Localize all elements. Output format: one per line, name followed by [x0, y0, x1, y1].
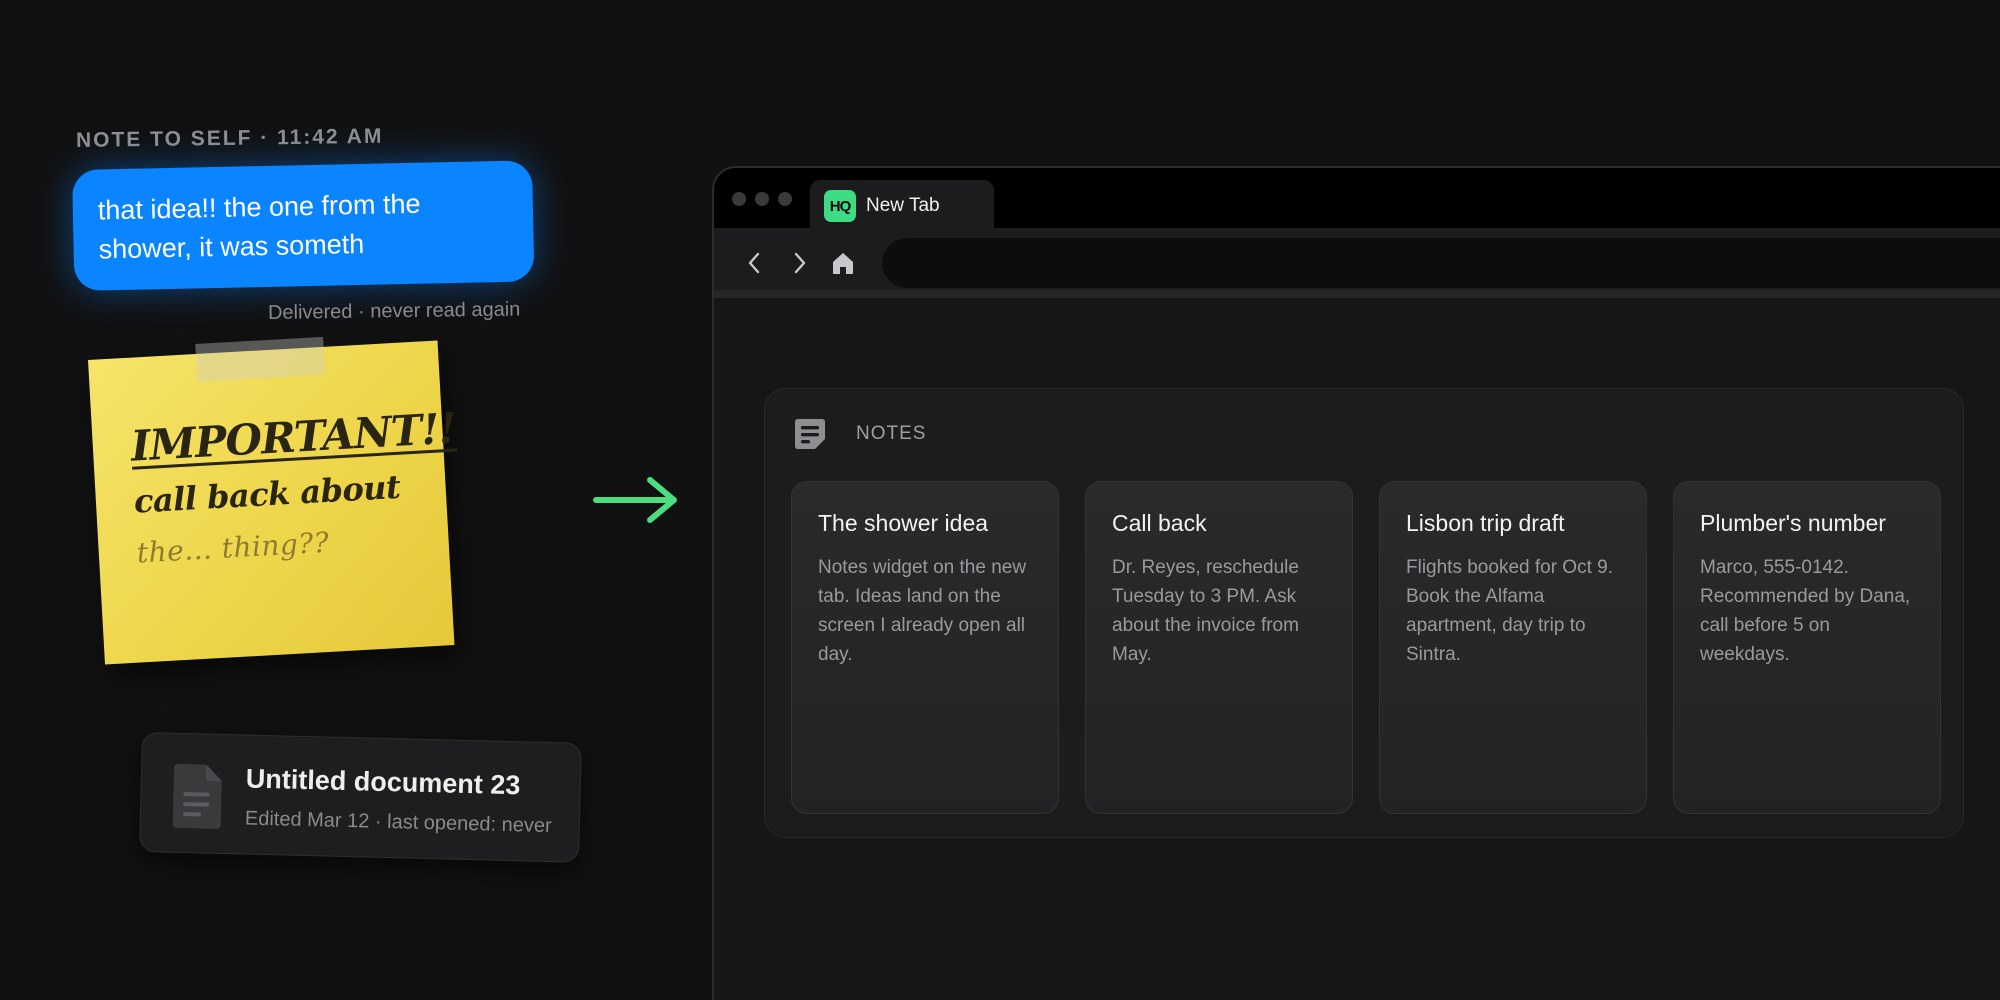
sticky-tape — [195, 336, 326, 382]
document-title: Untitled document 23 — [245, 763, 521, 801]
document-icon — [172, 763, 222, 829]
tab-strip: HQ New Tab — [714, 168, 2000, 228]
home-icon[interactable] — [828, 248, 858, 278]
browser-toolbar — [714, 228, 2000, 298]
tab-title: New Tab — [866, 195, 940, 216]
message-header: NOTE TO SELF · 11:42 AM — [75, 124, 384, 152]
document-subtitle: Edited Mar 12 · last opened: never — [244, 807, 552, 838]
document-card: Untitled document 23 Edited Mar 12 · las… — [139, 732, 582, 863]
tab-new-tab[interactable]: HQ New Tab — [810, 180, 994, 228]
note-card[interactable]: Call back Dr. Reyes, reschedule Tuesday … — [1085, 481, 1353, 814]
message-bubble: that idea!! the one from the shower, it … — [72, 160, 535, 291]
sticky-title: IMPORTANT!! — [129, 403, 458, 471]
notes-widget: NOTES The shower idea Notes widget on th… — [764, 388, 1964, 838]
note-body: Marco, 555-0142. Recommended by Dana, ca… — [1700, 557, 1911, 665]
sticky-line-2: the... thing?? — [135, 525, 331, 570]
chevron-left-icon[interactable] — [740, 248, 770, 278]
browser-window: HQ New Tab NOTES The shower idea Notes w… — [712, 166, 2000, 1000]
note-body: Dr. Reyes, reschedule Tuesday to 3 PM. A… — [1112, 557, 1299, 665]
message-status: Delivered · never read again — [267, 298, 521, 324]
sticky-note: IMPORTANT!! call back about the... thing… — [88, 336, 458, 665]
note-title: The shower idea — [818, 510, 989, 536]
arrow-right-icon — [593, 477, 677, 523]
notes-icon — [795, 419, 825, 449]
note-body: Notes widget on the new tab. Ideas land … — [818, 557, 1027, 665]
tab-favicon: HQ — [824, 190, 856, 222]
note-title: Call back — [1112, 510, 1207, 536]
window-control-close[interactable] — [732, 192, 746, 206]
note-card[interactable]: The shower idea Notes widget on the new … — [791, 481, 1059, 814]
note-title: Lisbon trip draft — [1406, 510, 1565, 536]
note-card[interactable]: Plumber's number Marco, 555-0142. Recomm… — [1673, 481, 1941, 814]
widget-title: NOTES — [856, 423, 927, 444]
sticky-line-1: call back about — [132, 467, 402, 521]
note-card[interactable]: Lisbon trip draft Flights booked for Oct… — [1379, 481, 1647, 814]
window-control-minimize[interactable] — [755, 192, 769, 206]
note-body: Flights booked for Oct 9. Book the Alfam… — [1406, 557, 1613, 665]
note-title: Plumber's number — [1700, 510, 1886, 536]
chevron-right-icon[interactable] — [784, 248, 814, 278]
window-control-maximize[interactable] — [778, 192, 792, 206]
address-bar[interactable] — [882, 238, 2000, 288]
